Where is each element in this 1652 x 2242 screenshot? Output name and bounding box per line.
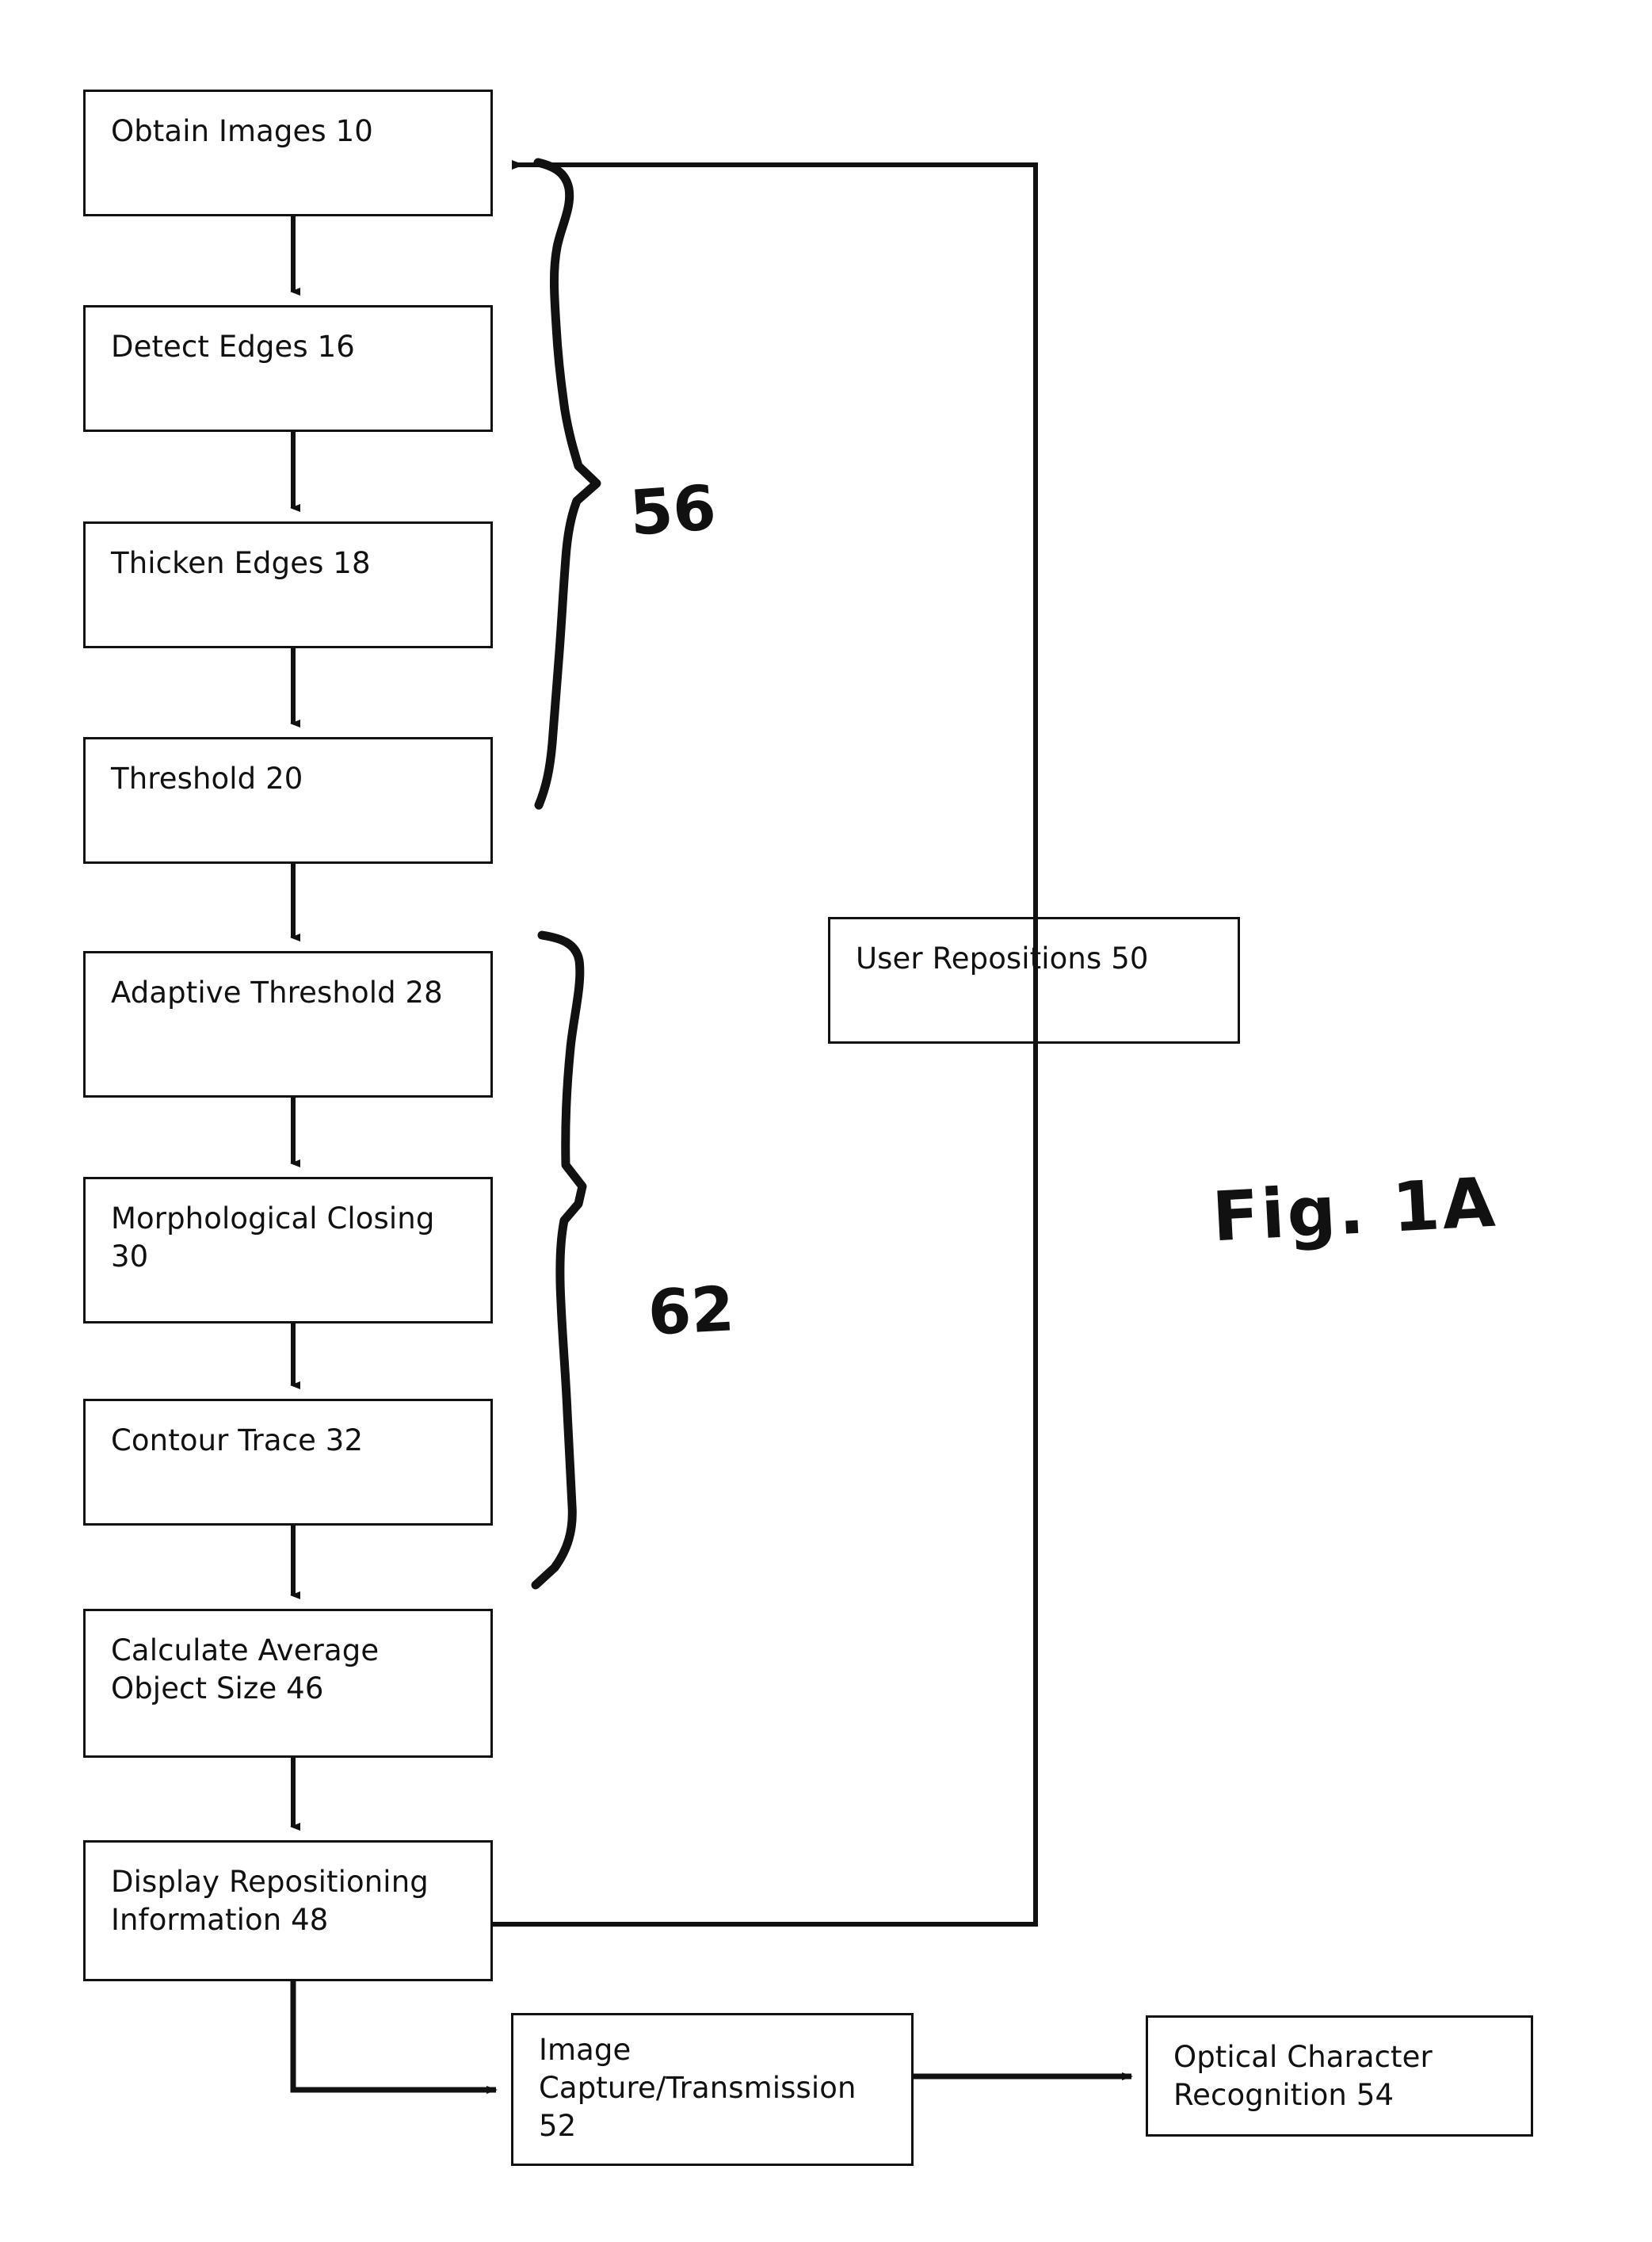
- flow-box-optical-character-recognition: Optical Character Recognition 54: [1146, 2015, 1533, 2137]
- patent-figure-sheet: Obtain Images 10 Detect Edges 16 Thicken…: [0, 0, 1652, 2242]
- flow-box-adaptive-threshold: Adaptive Threshold 28: [83, 951, 493, 1098]
- flow-box-user-repositions: User Repositions 50: [828, 917, 1240, 1044]
- flow-box-morphological-closing: Morphological Closing 30: [83, 1177, 493, 1323]
- bracket-label-56: 56: [627, 472, 719, 550]
- figure-label: Fig. 1A: [1210, 1163, 1500, 1258]
- flow-box-contour-trace: Contour Trace 32: [83, 1399, 493, 1526]
- hand-brace-56: [533, 158, 601, 810]
- feedback-loop-connector: [493, 160, 1038, 1927]
- flow-box-display-repositioning-information: Display Repositioning Information 48: [83, 1840, 493, 1981]
- flow-box-image-capture-transmission: Image Capture/Transmission 52: [511, 2013, 914, 2166]
- arrow-display-to-image-capture: [290, 1981, 498, 2094]
- flow-box-thicken-edges: Thicken Edges 18: [83, 521, 493, 648]
- flow-box-obtain-images: Obtain Images 10: [83, 90, 493, 216]
- bracket-label-62: 62: [646, 1274, 736, 1350]
- flow-box-threshold: Threshold 20: [83, 737, 493, 864]
- flow-box-detect-edges: Detect Edges 16: [83, 305, 493, 432]
- hand-brace-62: [531, 930, 587, 1590]
- flow-box-calculate-average-object-size: Calculate Average Object Size 46: [83, 1609, 493, 1758]
